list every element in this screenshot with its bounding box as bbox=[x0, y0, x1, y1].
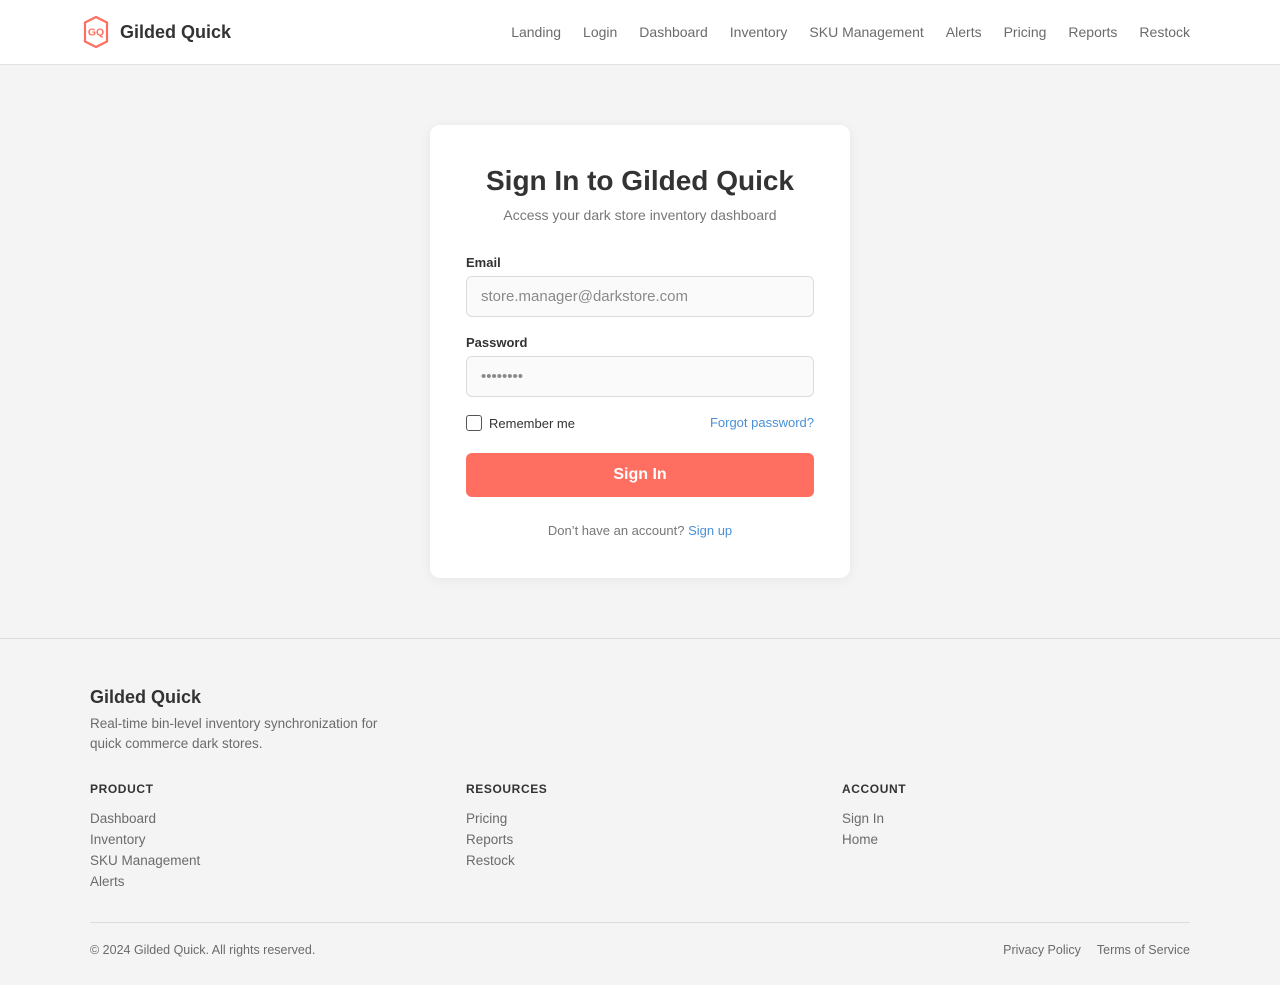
email-field[interactable] bbox=[466, 276, 814, 317]
footer-link-alerts[interactable]: Alerts bbox=[90, 871, 200, 892]
footer-column-account: ACCOUNT Sign In Home bbox=[842, 782, 906, 850]
footer-link-home[interactable]: Home bbox=[842, 829, 906, 850]
nav-pricing[interactable]: Pricing bbox=[1004, 24, 1047, 40]
footer-link-sku-management[interactable]: SKU Management bbox=[90, 850, 200, 871]
brand-name: Gilded Quick bbox=[120, 21, 232, 42]
brand-home-link[interactable]: GQ Gilded Quick bbox=[82, 15, 231, 49]
main-nav: Landing Login Dashboard Inventory SKU Ma… bbox=[511, 0, 1190, 64]
sign-in-button[interactable]: Sign In bbox=[466, 453, 814, 497]
footer-link-dashboard[interactable]: Dashboard bbox=[90, 808, 200, 829]
logo-text: GQ bbox=[88, 27, 104, 39]
footer-link-reports[interactable]: Reports bbox=[466, 829, 547, 850]
footer-column-product: PRODUCT Dashboard Inventory SKU Manageme… bbox=[90, 782, 200, 892]
login-subtitle: Access your dark store inventory dashboa… bbox=[503, 207, 777, 223]
password-label: Password bbox=[466, 335, 528, 350]
forgot-password-link[interactable]: Forgot password? bbox=[710, 415, 814, 430]
nav-inventory[interactable]: Inventory bbox=[730, 24, 788, 40]
nav-dashboard[interactable]: Dashboard bbox=[639, 24, 708, 40]
password-field[interactable] bbox=[466, 356, 814, 397]
nav-restock[interactable]: Restock bbox=[1139, 24, 1190, 40]
footer-column-title: PRODUCT bbox=[90, 782, 154, 796]
nav-sku-management[interactable]: SKU Management bbox=[809, 24, 923, 40]
login-card: Sign In to Gilded Quick Access your dark… bbox=[430, 125, 850, 578]
footer-link-restock[interactable]: Restock bbox=[466, 850, 547, 871]
copyright-text: © 2024 Gilded Quick. All rights reserved… bbox=[90, 943, 316, 957]
email-label: Email bbox=[466, 255, 501, 270]
signup-prompt-text: Don’t have an account? bbox=[547, 523, 685, 538]
nav-login[interactable]: Login bbox=[583, 24, 617, 40]
site-header: GQ Gilded Quick Landing Login Dashboard … bbox=[0, 0, 1280, 65]
login-title: Sign In to Gilded Quick bbox=[485, 165, 794, 196]
site-footer: Gilded Quick Real-time bin-level invento… bbox=[0, 638, 1280, 985]
signup-prompt: Don’t have an account? Sign up bbox=[430, 523, 850, 538]
privacy-policy-link[interactable]: Privacy Policy bbox=[1003, 943, 1081, 957]
nav-alerts[interactable]: Alerts bbox=[946, 24, 982, 40]
logo-icon: GQ bbox=[82, 15, 110, 49]
nav-landing[interactable]: Landing bbox=[511, 24, 561, 40]
remember-me-label: Remember me bbox=[489, 415, 575, 431]
nav-reports[interactable]: Reports bbox=[1068, 24, 1117, 40]
footer-link-sign-in[interactable]: Sign In bbox=[842, 808, 906, 829]
legal-links: Privacy Policy Terms of Service bbox=[1003, 943, 1190, 957]
footer-column-title: RESOURCES bbox=[466, 782, 548, 796]
footer-brand: Gilded Quick bbox=[90, 687, 202, 707]
footer-divider bbox=[90, 922, 1190, 923]
footer-link-pricing[interactable]: Pricing bbox=[466, 808, 547, 829]
sign-up-link[interactable]: Sign up bbox=[688, 523, 732, 538]
footer-tagline: Real-time bin-level inventory synchroniz… bbox=[90, 716, 378, 751]
terms-of-service-link[interactable]: Terms of Service bbox=[1097, 943, 1190, 957]
footer-column-title: ACCOUNT bbox=[842, 782, 907, 796]
remember-me-checkbox[interactable] bbox=[466, 415, 482, 431]
remember-me-toggle[interactable]: Remember me bbox=[466, 414, 575, 432]
footer-link-inventory[interactable]: Inventory bbox=[90, 829, 200, 850]
footer-column-resources: RESOURCES Pricing Reports Restock bbox=[466, 782, 547, 871]
